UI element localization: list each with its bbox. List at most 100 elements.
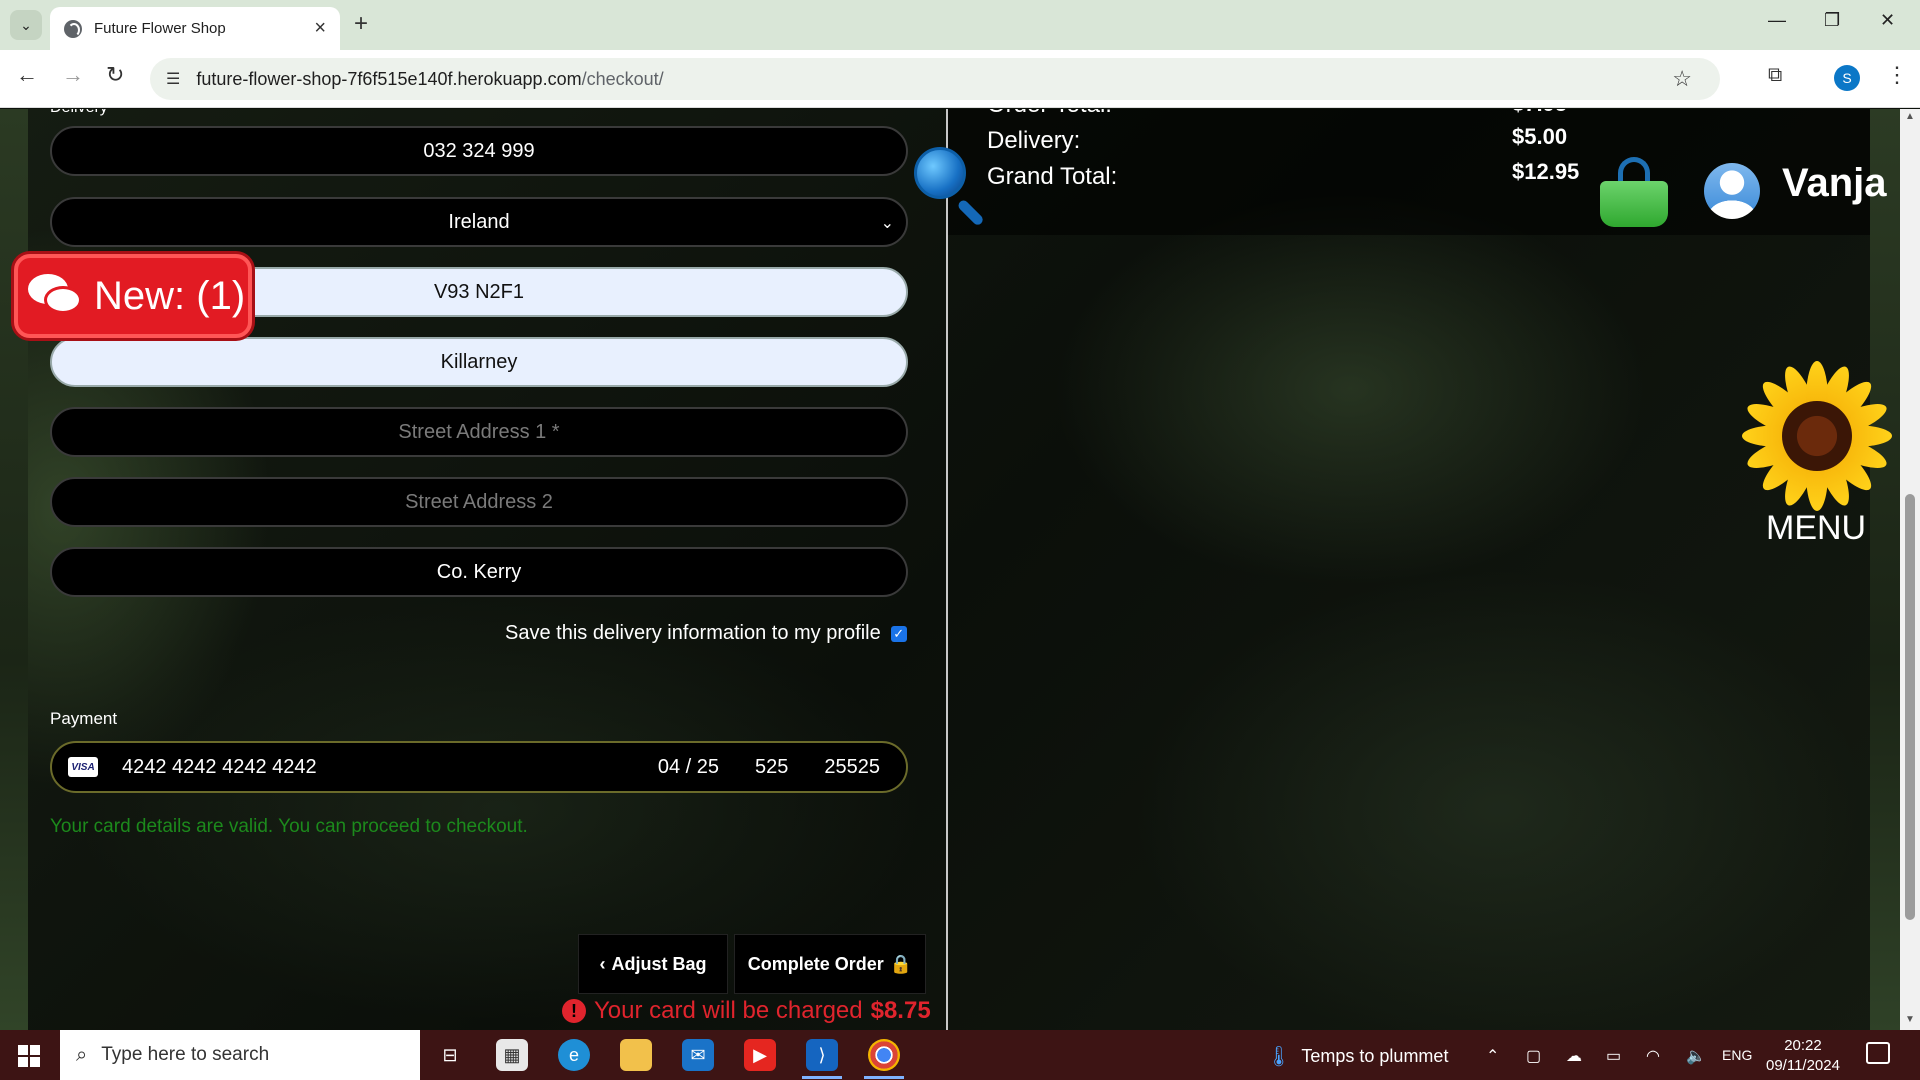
save-info-label: Save this delivery information to my pro… xyxy=(505,622,881,644)
card-postal: 25525 xyxy=(824,755,880,778)
phone-field[interactable]: 032 324 999 xyxy=(50,126,908,176)
country-value: Ireland xyxy=(448,210,510,233)
country-select[interactable]: Ireland ⌄ xyxy=(50,197,908,247)
page-scrollbar[interactable]: ▲ ▼ xyxy=(1900,109,1920,1030)
sunflower-menu-icon[interactable] xyxy=(1742,361,1892,511)
browser-tab[interactable]: Future Flower Shop × xyxy=(50,7,340,50)
background-leaf-left xyxy=(0,109,28,1030)
town-field[interactable]: Killarney xyxy=(50,337,908,387)
tab-title: Future Flower Shop xyxy=(94,20,226,37)
extensions-icon[interactable]: ⧉ xyxy=(1768,64,1782,87)
close-window-icon[interactable]: ✕ xyxy=(1880,10,1895,31)
browser-tab-bar: ⌄ Future Flower Shop × + — ❐ ✕ xyxy=(0,0,1920,50)
vscode-icon[interactable]: ⟩ xyxy=(806,1039,838,1071)
new-messages-label: New: (1) xyxy=(94,273,246,318)
weather-widget[interactable]: 🌡 Temps to plummet xyxy=(1266,1044,1448,1069)
payment-section-label: Payment xyxy=(50,709,118,728)
delivery-cost-label: Delivery: xyxy=(987,127,1081,154)
restore-icon[interactable]: ❐ xyxy=(1824,10,1840,31)
profile-avatar[interactable]: S xyxy=(1834,65,1860,91)
card-input[interactable]: VISA 4242 4242 4242 4242 04 / 25 525 255… xyxy=(50,741,908,793)
cloud-icon[interactable]: ☁ xyxy=(1566,1046,1582,1066)
browser-menu-icon[interactable]: ⋮ xyxy=(1886,62,1908,88)
street-address-1-field[interactable]: Street Address 1 * xyxy=(50,407,908,457)
volume-icon[interactable]: 🔈 xyxy=(1686,1046,1706,1066)
weather-text: Temps to plummet xyxy=(1301,1046,1449,1066)
scroll-down-icon[interactable]: ▼ xyxy=(1905,1014,1915,1025)
site-info-icon[interactable]: ☰ xyxy=(166,69,180,89)
reload-icon[interactable]: ↻ xyxy=(106,62,124,88)
mail-icon[interactable]: ✉ xyxy=(682,1039,714,1071)
user-avatar-icon[interactable] xyxy=(1704,163,1760,219)
column-divider xyxy=(946,109,948,1030)
charge-amount: $8.75 xyxy=(870,997,931,1024)
new-messages-badge[interactable]: New: (1) xyxy=(14,254,252,338)
shopping-bag-icon[interactable] xyxy=(1600,157,1668,227)
save-info-checkbox[interactable]: ✓ xyxy=(890,625,907,642)
complete-order-label: Complete Order xyxy=(747,953,884,974)
vscode-active-indicator xyxy=(802,1076,842,1079)
card-cvc: 525 xyxy=(755,755,789,778)
username[interactable]: Vanja xyxy=(1782,161,1887,206)
battery-icon[interactable]: ▭ xyxy=(1606,1046,1621,1066)
charge-text: Your card will be charged xyxy=(594,997,863,1024)
close-tab-icon[interactable]: × xyxy=(314,17,326,40)
chevron-left-icon: ‹ xyxy=(599,953,606,974)
show-hidden-icons-chevron-icon[interactable]: ⌃ xyxy=(1486,1046,1499,1066)
chat-bubbles-icon xyxy=(28,274,84,318)
delivery-section-label: Delivery xyxy=(50,109,108,117)
minimize-icon[interactable]: — xyxy=(1768,10,1786,31)
address-bar[interactable]: ☰ future-flower-shop-7f6f515e140f.heroku… xyxy=(150,58,1720,100)
edge-browser-icon[interactable]: e xyxy=(558,1039,590,1071)
delivery-cost-value: $5.00 xyxy=(1512,124,1568,149)
card-valid-message: Your card details are valid. You can pro… xyxy=(50,816,528,837)
url-path: /checkout/ xyxy=(581,68,664,89)
meet-icon[interactable]: ▢ xyxy=(1526,1046,1541,1066)
grand-total-label: Grand Total: xyxy=(987,163,1118,190)
grand-total-value: $12.95 xyxy=(1512,159,1580,184)
scrollbar-thumb[interactable] xyxy=(1905,494,1915,920)
bookmark-star-icon[interactable]: ☆ xyxy=(1672,66,1692,92)
clock-date: 09/11/2024 xyxy=(1766,1057,1840,1074)
tab-search-chevron-icon[interactable]: ⌄ xyxy=(10,10,42,40)
chrome-icon[interactable] xyxy=(868,1039,900,1071)
back-arrow-icon[interactable]: ← xyxy=(16,62,38,88)
save-info-row: Save this delivery information to my pro… xyxy=(505,622,907,645)
search-icon: ⌕ xyxy=(76,1043,88,1066)
charge-notice: ! Your card will be charged $8.75 xyxy=(562,997,931,1025)
windows-start-icon[interactable] xyxy=(18,1045,40,1067)
url-host: future-flower-shop-7f6f515e140f.herokuap… xyxy=(196,68,582,89)
taskbar-search-placeholder: Type here to search xyxy=(101,1044,270,1065)
lock-icon: 🔒 xyxy=(889,953,913,974)
complete-order-button[interactable]: Complete Order 🔒 xyxy=(734,934,926,994)
globe-icon xyxy=(64,19,82,38)
thermometer-icon: 🌡 xyxy=(1266,1046,1292,1068)
card-expiry: 04 / 25 xyxy=(657,755,719,778)
notifications-icon[interactable] xyxy=(1866,1042,1890,1064)
wifi-icon[interactable]: ◠ xyxy=(1646,1046,1660,1066)
language-indicator[interactable]: ENG xyxy=(1722,1047,1752,1063)
street-address-2-field[interactable]: Street Address 2 xyxy=(50,477,908,527)
browser-toolbar: ← → ↻ ☰ future-flower-shop-7f6f515e140f.… xyxy=(0,50,1920,108)
card-number: 4242 4242 4242 4242 xyxy=(122,755,317,778)
taskbar-clock[interactable]: 20:22 09/11/2024 xyxy=(1766,1036,1840,1076)
visa-card-icon: VISA xyxy=(68,757,98,777)
clock-time: 20:22 xyxy=(1784,1037,1822,1054)
adjust-bag-label: Adjust Bag xyxy=(611,953,707,974)
checkout-page: Delivery 032 324 999 Ireland ⌄ V93 N2F1 … xyxy=(0,109,1920,1030)
file-explorer-icon[interactable] xyxy=(620,1039,652,1071)
order-total-label: Order Total: xyxy=(987,109,1112,119)
exclamation-icon: ! xyxy=(562,999,586,1023)
youtube-icon[interactable]: ▶ xyxy=(744,1039,776,1071)
county-field[interactable]: Co. Kerry xyxy=(50,547,908,597)
task-view-icon[interactable]: ⊟ xyxy=(434,1039,466,1071)
search-magnifier-icon[interactable] xyxy=(912,145,992,235)
forward-arrow-icon[interactable]: → xyxy=(62,62,84,88)
new-tab-button[interactable]: + xyxy=(354,10,368,38)
microsoft-store-icon[interactable]: ▦ xyxy=(496,1039,528,1071)
background-leaf-right xyxy=(1870,109,1900,1030)
scroll-up-icon[interactable]: ▲ xyxy=(1905,111,1915,122)
menu-label[interactable]: MENU xyxy=(1766,509,1866,548)
taskbar-search[interactable]: ⌕ Type here to search xyxy=(60,1030,420,1080)
adjust-bag-button[interactable]: ‹ Adjust Bag xyxy=(578,934,728,994)
